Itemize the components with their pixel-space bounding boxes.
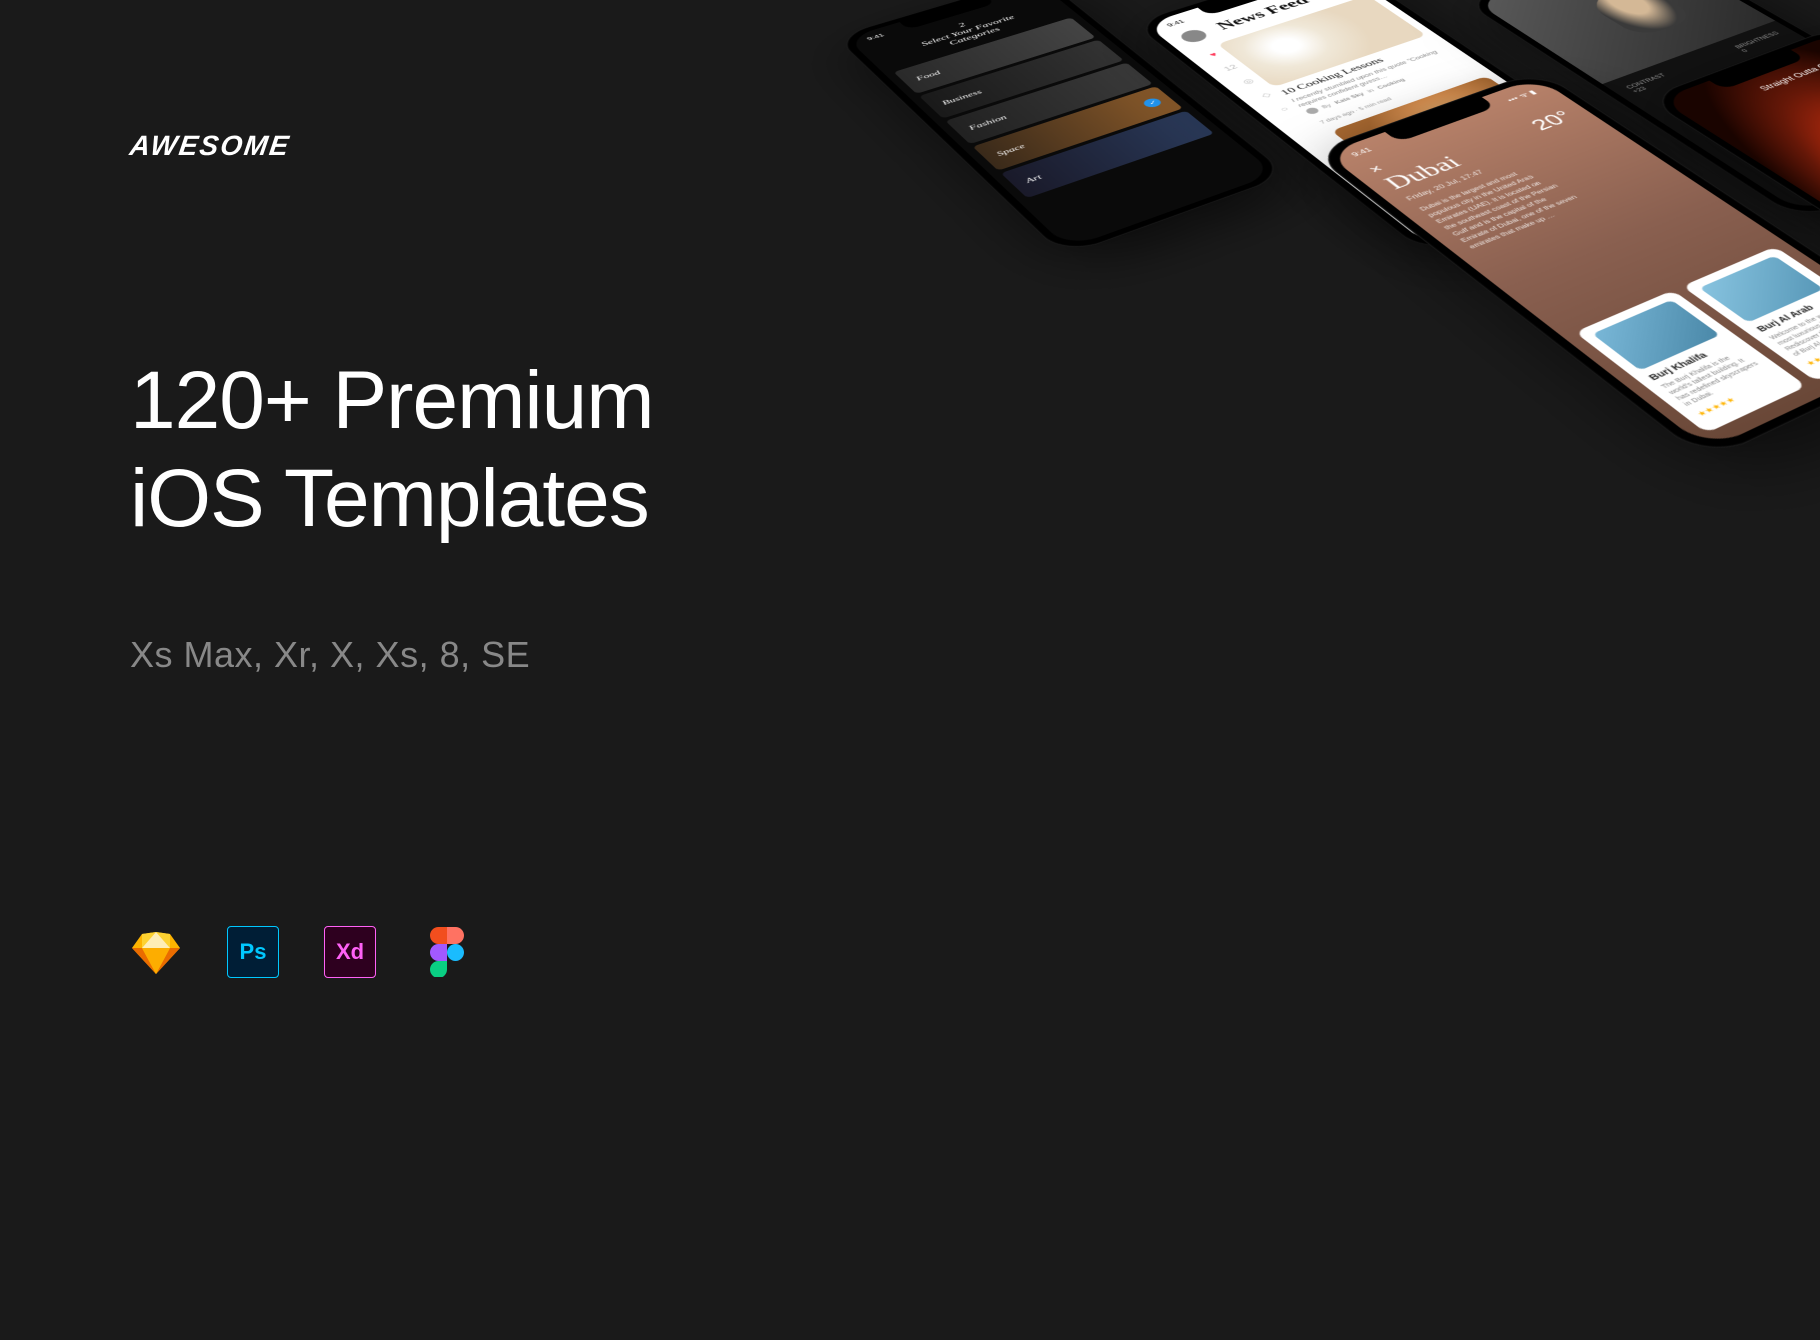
- status-time: 9:41: [1350, 147, 1377, 160]
- heart-icon[interactable]: ♥: [1207, 51, 1220, 58]
- like-count: 12: [1221, 63, 1239, 72]
- date-label: Friday, 20 Jul, 17:47: [1404, 169, 1485, 202]
- poi-text: Welcome to the world's most luxurious ho…: [1768, 302, 1820, 358]
- poi-image: [1699, 256, 1820, 323]
- track-title: Straight Outta ComptonN.W.A.: [1757, 51, 1820, 98]
- author-avatar: [1304, 107, 1321, 116]
- poi-image: [1592, 300, 1720, 371]
- star-rating: ★★★★★: [1804, 327, 1820, 368]
- sketch-icon: [130, 926, 182, 978]
- close-icon[interactable]: ✕: [1365, 163, 1387, 175]
- photoshop-icon: Ps: [227, 926, 279, 978]
- poi-card[interactable]: Burj Al ArabWelcome to the world's most …: [1682, 247, 1820, 382]
- brightness-value: 0: [1740, 48, 1750, 53]
- xd-icon: Xd: [324, 926, 376, 978]
- city-name: Dubai: [1378, 152, 1468, 194]
- device-list: Xs Max, Xr, X, Xs, 8, SE: [130, 634, 654, 676]
- share-icon[interactable]: ◇: [1258, 91, 1273, 99]
- comment-icon[interactable]: ○: [1277, 105, 1291, 113]
- bookmark-icon[interactable]: ◎: [1240, 77, 1256, 86]
- brand-logo: AWESOME: [128, 130, 293, 162]
- tool-icons: Ps Xd: [130, 926, 654, 978]
- poi-text: The Burj Khalifa is the world's tallest …: [1659, 349, 1770, 408]
- star-rating: ★★★★★: [1695, 375, 1783, 418]
- figma-icon: [421, 926, 473, 978]
- poi-title: Burj Khalifa: [1647, 340, 1736, 383]
- headline-line-1: 120+ Premium: [130, 352, 654, 450]
- temperature: 20°: [1525, 107, 1580, 134]
- status-icons: ••• ᯤ ▮: [1504, 88, 1539, 104]
- poi-title: Burj Al Arab: [1755, 294, 1820, 334]
- headline-line-2: iOS Templates: [130, 450, 654, 548]
- poi-card[interactable]: Burj KhalifaThe Burj Khalifa is the worl…: [1575, 290, 1807, 433]
- check-icon: ✓: [1141, 97, 1164, 109]
- phone-mockups: 9:41••• ᯤ ▮ 2Select Your FavoriteCategor…: [800, 0, 1820, 1340]
- headline: 120+ Premium iOS Templates: [130, 352, 654, 549]
- city-description: Dubai is the largest and most populous c…: [1417, 164, 1589, 251]
